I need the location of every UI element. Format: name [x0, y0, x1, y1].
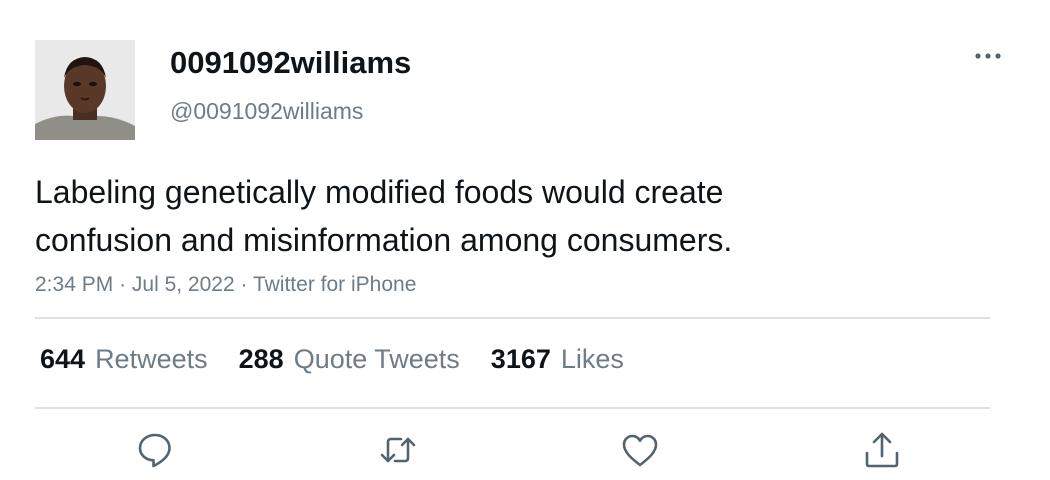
tweet-stats: 644 Retweets 288 Quote Tweets 3167 Likes [40, 342, 655, 376]
retweets-label: Retweets [95, 344, 208, 374]
quote-tweets-stat[interactable]: 288 Quote Tweets [239, 342, 460, 376]
like-button[interactable] [618, 428, 662, 472]
retweets-count: 644 [40, 344, 86, 374]
tweet-text: Labeling genetically modified foods woul… [35, 174, 733, 258]
quote-tweets-count: 288 [238, 344, 284, 374]
tweet-time[interactable]: 2:34 PM [35, 273, 113, 296]
divider [35, 317, 990, 319]
likes-stat[interactable]: 3167 Likes [491, 342, 624, 376]
retweets-stat[interactable]: 644 Retweets [40, 342, 208, 376]
tweet-metadata: 2:34 PM · Jul 5, 2022 · Twitter for iPho… [35, 271, 416, 299]
avatar[interactable] [35, 40, 135, 140]
likes-label: Likes [560, 344, 624, 374]
likes-count: 3167 [490, 344, 551, 374]
meta-separator: · [119, 273, 127, 296]
more-icon [975, 53, 1001, 59]
share-icon [865, 432, 899, 468]
reply-icon [138, 433, 171, 468]
tweet-card: 0091092williams @0091092williams Labelin… [0, 0, 1050, 480]
more-options-button[interactable] [966, 42, 1010, 70]
meta-separator: · [240, 273, 248, 296]
reply-button[interactable] [133, 428, 177, 472]
tweet-source[interactable]: Twitter for iPhone [253, 273, 416, 296]
quote-tweets-label: Quote Tweets [293, 344, 460, 374]
divider [35, 407, 990, 409]
user-handle[interactable]: @0091092williams [170, 97, 363, 125]
retweet-icon [380, 437, 416, 463]
display-name[interactable]: 0091092williams [170, 45, 411, 81]
profile-photo-icon [35, 40, 135, 140]
retweet-button[interactable] [376, 428, 420, 472]
like-icon [622, 434, 658, 467]
share-button[interactable] [860, 428, 904, 472]
tweet-date[interactable]: Jul 5, 2022 [132, 273, 235, 296]
